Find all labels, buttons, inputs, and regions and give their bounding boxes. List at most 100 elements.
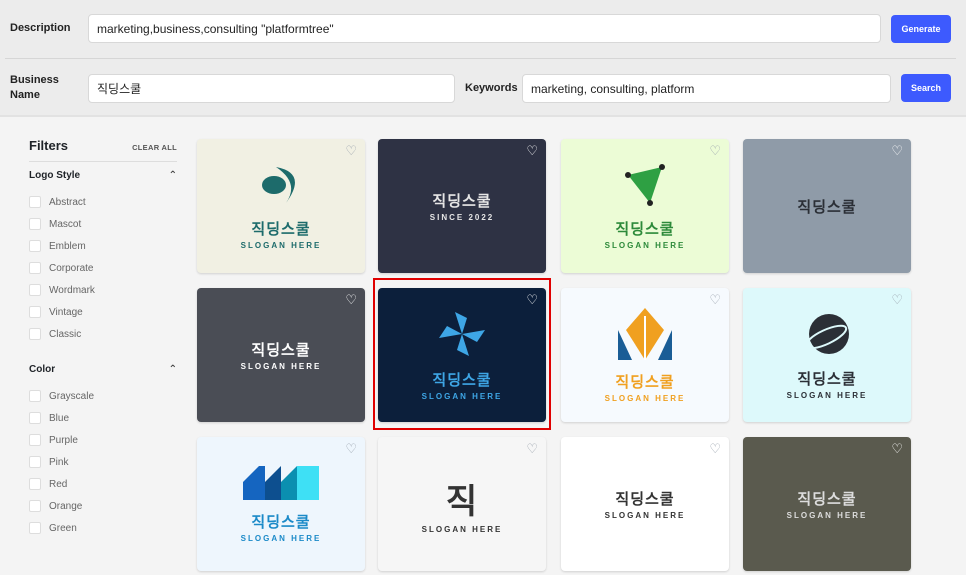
checkbox[interactable] xyxy=(29,478,41,490)
filter-option-mascot[interactable]: Mascot xyxy=(29,213,177,235)
heart-icon[interactable]: ♡ xyxy=(345,293,357,307)
color-title: Color xyxy=(29,363,56,375)
keywords-label: Keywords xyxy=(465,82,518,94)
heart-icon[interactable]: ♡ xyxy=(709,442,721,456)
filter-option-green[interactable]: Green xyxy=(29,517,177,539)
clear-all-button[interactable]: CLEAR ALL xyxy=(132,143,177,152)
description-input[interactable]: marketing,business,consulting "platformt… xyxy=(88,14,881,43)
filter-option-orange[interactable]: Orange xyxy=(29,495,177,517)
logo-name: 직딩스쿨 xyxy=(615,220,675,238)
logo-style-title: Logo Style xyxy=(29,169,81,181)
heart-icon[interactable]: ♡ xyxy=(526,442,538,456)
filter-option-label: Emblem xyxy=(49,240,86,252)
filter-option-label: Blue xyxy=(49,412,70,424)
filter-option-label: Purple xyxy=(49,434,78,446)
heart-icon[interactable]: ♡ xyxy=(709,293,721,307)
checkbox[interactable] xyxy=(29,412,41,424)
logo-card[interactable]: ♡ 직딩스쿨 SLOGAN HERE xyxy=(197,139,365,273)
chevron-up-icon[interactable]: ⌃ xyxy=(169,364,177,375)
filter-option-label: Orange xyxy=(49,500,83,512)
logo-slogan: SINCE 2022 xyxy=(429,213,495,222)
building-icon xyxy=(243,465,319,505)
search-button[interactable]: Search xyxy=(901,74,951,102)
filter-option-wordmark[interactable]: Wordmark xyxy=(29,279,177,301)
logo-slogan: SLOGAN HERE xyxy=(786,390,868,400)
filter-option-abstract[interactable]: Abstract xyxy=(29,191,177,213)
filter-option-label: Red xyxy=(49,478,68,490)
logo-card[interactable]: ♡ 직딩스쿨 SLOGAN HERE xyxy=(197,437,365,571)
filter-option-label: Corporate xyxy=(49,262,94,274)
logo-card[interactable]: ♡ 직딩스쿨 SLOGAN HERE xyxy=(561,139,729,273)
logo-name: 직딩스쿨 xyxy=(797,370,857,388)
logo-card[interactable]: ♡ 직딩스쿨 SLOGAN HERE xyxy=(561,437,729,571)
logo-style-header[interactable]: Logo Style ⌃ xyxy=(29,168,177,182)
filter-option-label: Mascot xyxy=(49,218,82,230)
logo-slogan: SLOGAN HERE xyxy=(786,511,868,520)
filter-option-label: Classic xyxy=(49,328,82,340)
filter-option-emblem[interactable]: Emblem xyxy=(29,235,177,257)
heart-icon[interactable]: ♡ xyxy=(526,144,538,158)
checkbox[interactable] xyxy=(29,284,41,296)
filter-option-blue[interactable]: Blue xyxy=(29,407,177,429)
filter-option-purple[interactable]: Purple xyxy=(29,429,177,451)
filter-option-label: Grayscale xyxy=(49,390,95,402)
keywords-input[interactable]: marketing, consulting, platform xyxy=(522,74,891,103)
filter-option-label: Green xyxy=(49,522,77,534)
logo-name: 직딩스쿨 xyxy=(251,513,311,531)
checkbox[interactable] xyxy=(29,262,41,274)
logo-card[interactable]: ♡ 직딩스쿨 SLOGAN HERE xyxy=(197,288,365,422)
logo-name: 직딩스쿨 xyxy=(797,198,857,216)
heart-icon[interactable]: ♡ xyxy=(345,144,357,158)
checkbox[interactable] xyxy=(29,390,41,402)
checkbox[interactable] xyxy=(29,328,41,340)
logo-card[interactable]: ♡ 직딩스쿨 xyxy=(743,139,911,273)
chevron-up-icon[interactable]: ⌃ xyxy=(169,170,177,181)
filter-option-classic[interactable]: Classic xyxy=(29,323,177,345)
checkbox[interactable] xyxy=(29,196,41,208)
checkbox[interactable] xyxy=(29,306,41,318)
filter-option-vintage[interactable]: Vintage xyxy=(29,301,177,323)
logo-name: 직딩스쿨 xyxy=(251,220,311,238)
logo-slogan: SLOGAN HERE xyxy=(421,525,503,534)
arrow-icon xyxy=(618,307,672,365)
filter-option-corporate[interactable]: Corporate xyxy=(29,257,177,279)
checkbox[interactable] xyxy=(29,434,41,446)
logo-slogan: SLOGAN HERE xyxy=(604,511,686,520)
checkbox[interactable] xyxy=(29,240,41,252)
logo-card[interactable]: ♡ 직딩스쿨 SLOGAN HERE xyxy=(743,288,911,422)
heart-icon[interactable]: ♡ xyxy=(709,144,721,158)
selection-highlight xyxy=(373,278,551,430)
filter-option-label: Vintage xyxy=(49,306,83,318)
generate-button[interactable]: Generate xyxy=(891,15,951,43)
logo-slogan: SLOGAN HERE xyxy=(240,362,322,371)
logo-name: 직 xyxy=(445,483,479,521)
filters-sidebar: Filters CLEAR ALL Logo Style ⌃ Abstract Ma… xyxy=(29,138,177,539)
checkbox[interactable] xyxy=(29,456,41,468)
heart-icon[interactable]: ♡ xyxy=(891,293,903,307)
description-label: Description xyxy=(10,22,71,34)
logo-card[interactable]: ♡ 직딩스쿨 SLOGAN HERE xyxy=(561,288,729,422)
checkbox[interactable] xyxy=(29,500,41,512)
logo-name: 직딩스쿨 xyxy=(797,491,857,508)
heart-icon[interactable]: ♡ xyxy=(345,442,357,456)
business-name-input[interactable]: 직딩스쿨 xyxy=(88,74,455,103)
heart-icon[interactable]: ♡ xyxy=(891,144,903,158)
filter-option-grayscale[interactable]: Grayscale xyxy=(29,385,177,407)
filter-option-label: Pink xyxy=(49,456,69,468)
search-header: Description marketing,business,consultin… xyxy=(0,0,966,117)
logo-card[interactable]: ♡ 직 SLOGAN HERE xyxy=(378,437,546,571)
logo-slogan: SLOGAN HERE xyxy=(240,533,322,543)
logo-name: 직딩스쿨 xyxy=(615,373,675,391)
swirl-icon xyxy=(256,163,306,212)
color-header[interactable]: Color ⌃ xyxy=(29,362,177,376)
logo-card[interactable]: ♡ 직딩스쿨 SLOGAN HERE xyxy=(743,437,911,571)
filter-option-red[interactable]: Red xyxy=(29,473,177,495)
heart-icon[interactable]: ♡ xyxy=(891,442,903,456)
filter-option-pink[interactable]: Pink xyxy=(29,451,177,473)
logo-slogan: SLOGAN HERE xyxy=(604,393,686,403)
logo-card[interactable]: ♡ 직딩스쿨 SINCE 2022 xyxy=(378,139,546,273)
checkbox[interactable] xyxy=(29,522,41,534)
checkbox[interactable] xyxy=(29,218,41,230)
logo-name: 직딩스쿨 xyxy=(432,193,492,210)
logo-slogan: SLOGAN HERE xyxy=(604,240,686,250)
